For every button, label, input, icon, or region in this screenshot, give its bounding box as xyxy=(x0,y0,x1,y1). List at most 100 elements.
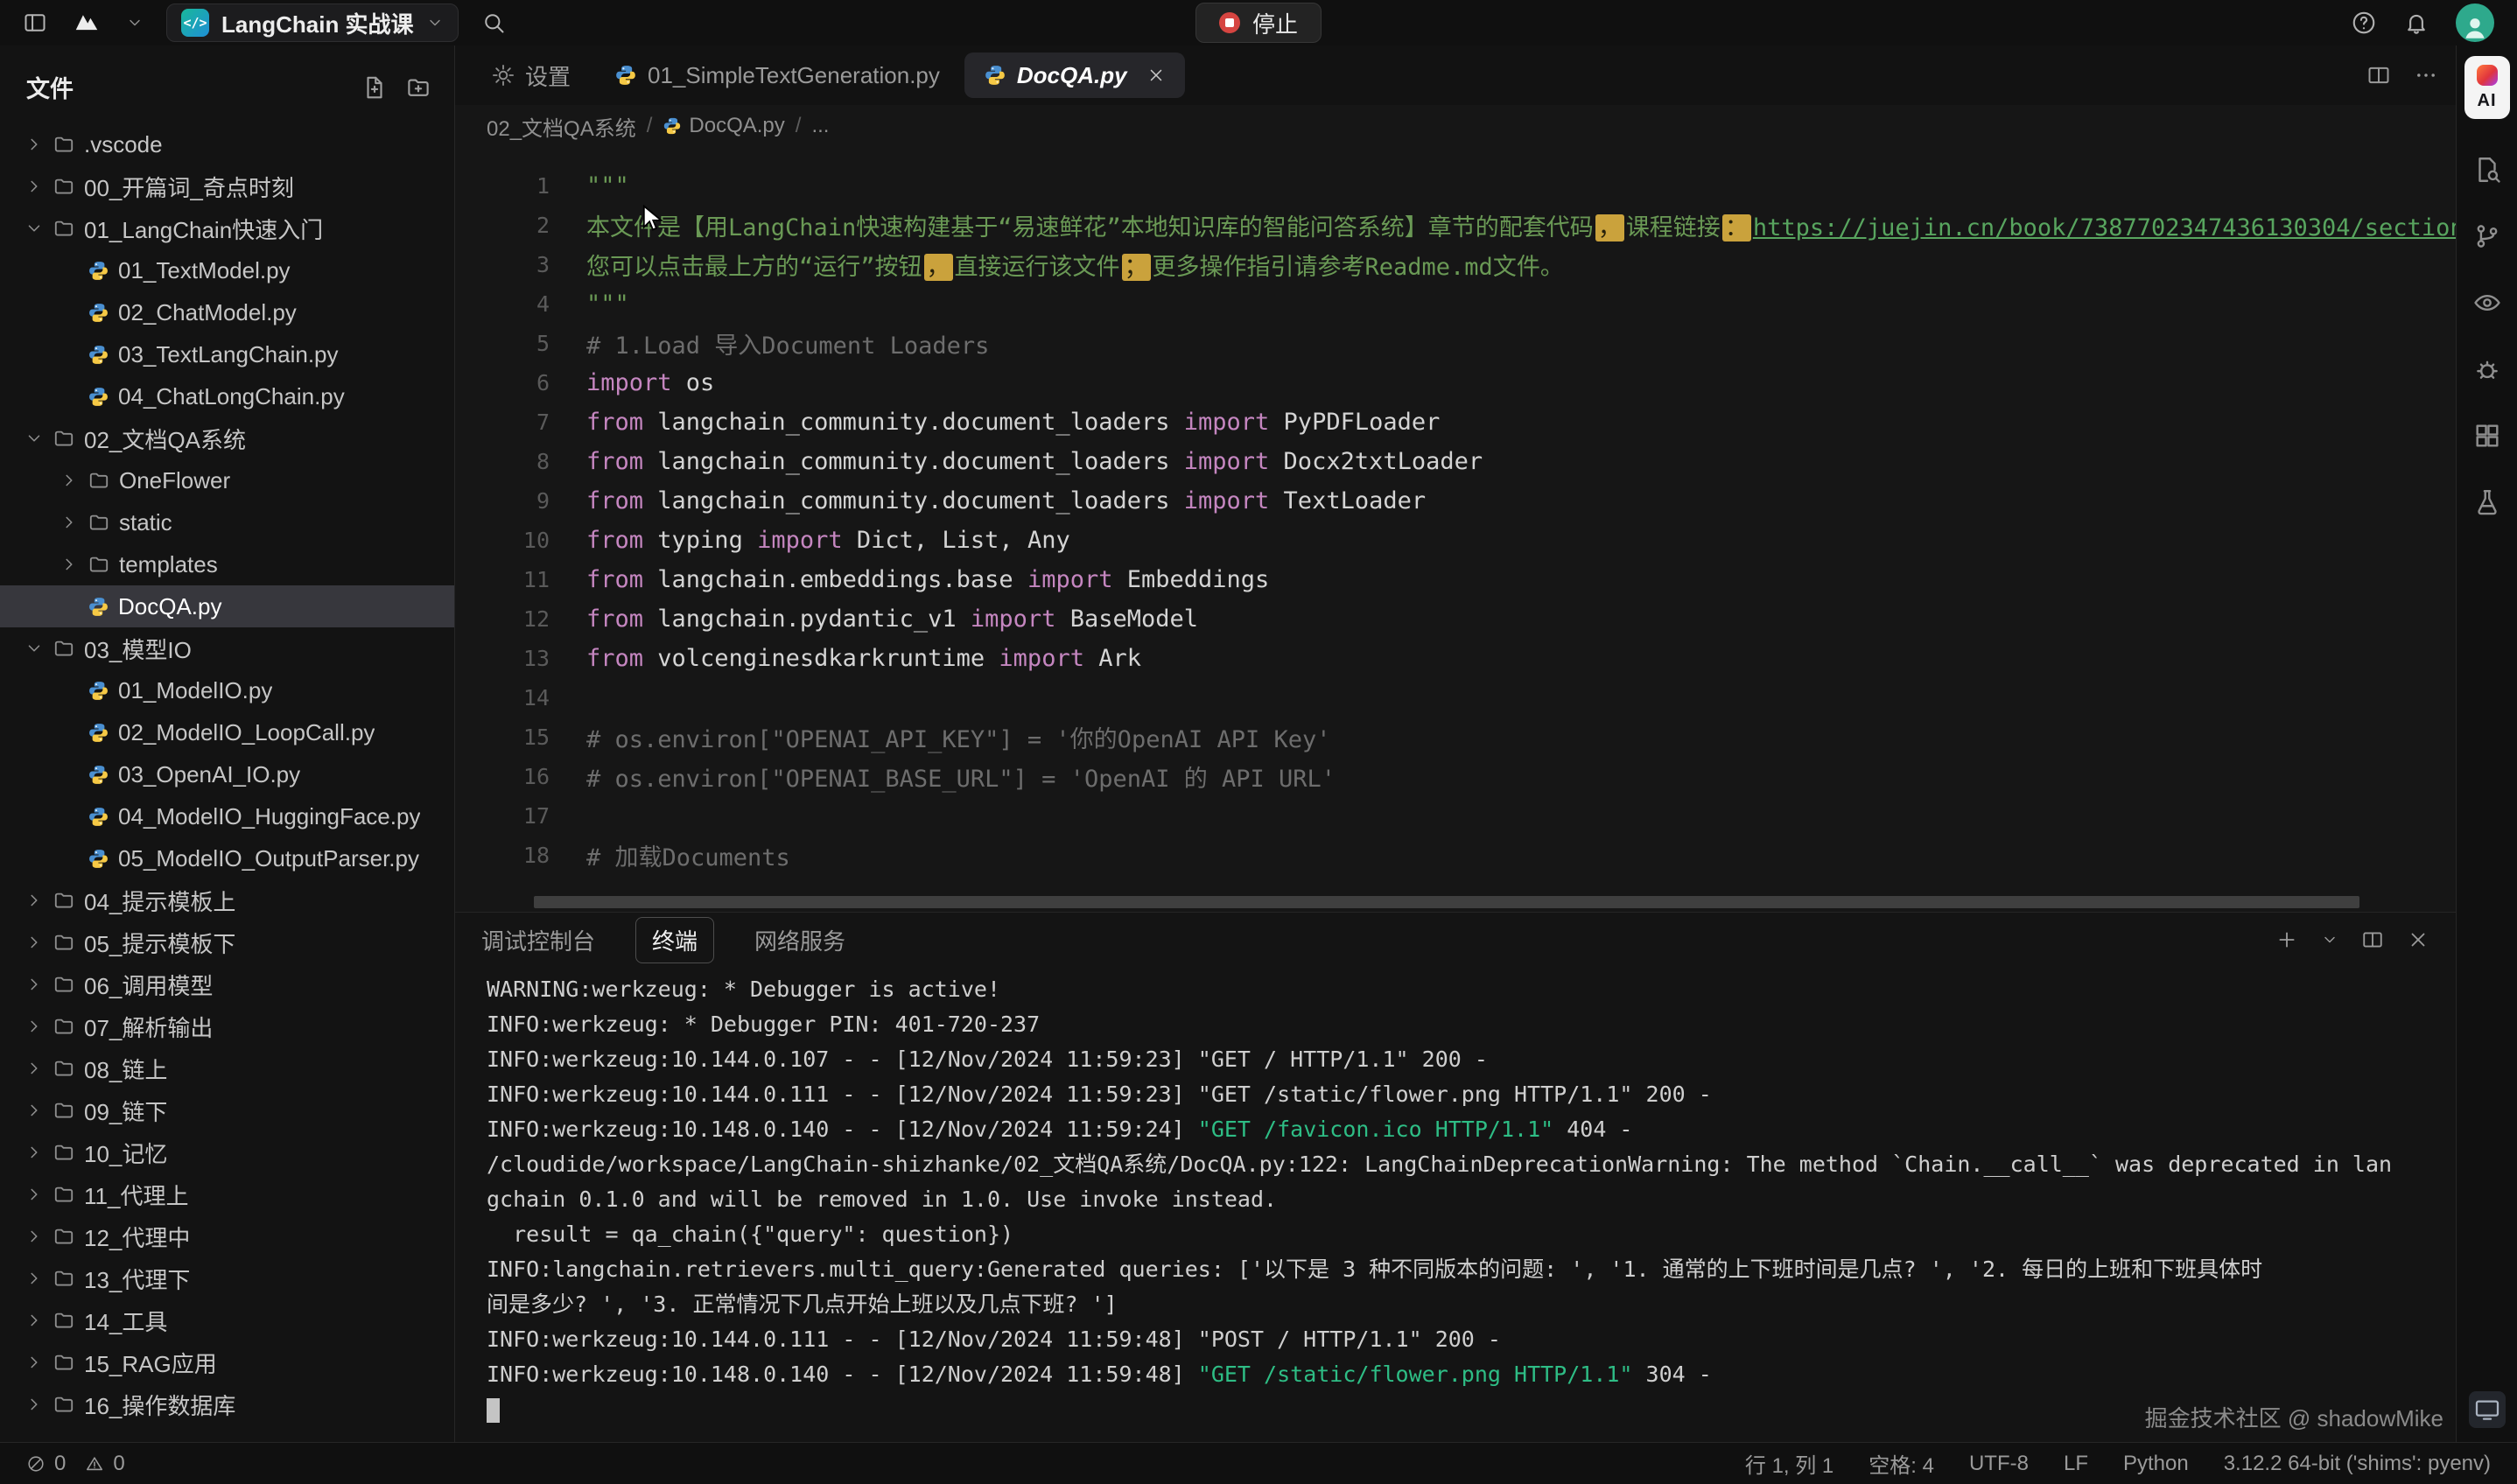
close-panel-icon[interactable] xyxy=(2407,928,2429,951)
terminal-output[interactable]: WARNING:werkzeug: * Debugger is active!I… xyxy=(455,967,2456,1442)
debug-icon[interactable] xyxy=(2472,354,2502,384)
split-editor-icon[interactable] xyxy=(2366,63,2391,88)
stop-button[interactable]: 停止 xyxy=(1195,3,1322,43)
tree-item-17[interactable]: 05_ModelIO_OutputParser.py xyxy=(0,837,454,879)
tree-item-16[interactable]: 04_ModelIO_HuggingFace.py xyxy=(0,795,454,837)
status-item-5[interactable]: 3.12.2 64-bit ('shims': pyenv) xyxy=(2224,1452,2491,1476)
user-avatar[interactable] xyxy=(2456,4,2494,42)
tree-item-26[interactable]: 12_代理中 xyxy=(0,1215,454,1257)
tree-item-30[interactable]: 16_操作数据库 xyxy=(0,1383,454,1425)
tree-item-6[interactable]: 04_ChatLongChain.py xyxy=(0,375,454,417)
chevron-right-icon xyxy=(25,135,44,154)
python-icon xyxy=(663,116,682,136)
notifications-icon[interactable] xyxy=(2403,10,2429,36)
python-file-icon xyxy=(88,848,109,870)
errors-icon xyxy=(26,1454,46,1474)
tree-item-14[interactable]: 02_ModelIO_LoopCall.py xyxy=(0,711,454,753)
ai-assistant-badge[interactable]: AI xyxy=(2464,56,2510,119)
tree-item-20[interactable]: 06_调用模型 xyxy=(0,963,454,1005)
main-area: 文件 .vscode00_开篇词_奇点时刻01_LangChain快速入门01_… xyxy=(0,46,2517,1442)
remote-monitor-icon[interactable] xyxy=(2469,1391,2506,1428)
status-item-4[interactable]: Python xyxy=(2123,1452,2189,1476)
tree-item-12[interactable]: 03_模型IO xyxy=(0,627,454,669)
tree-item-24[interactable]: 10_记忆 xyxy=(0,1131,454,1173)
line-number: 17 xyxy=(455,803,586,829)
app-logo-icon[interactable] xyxy=(70,10,103,35)
editor-tab-2[interactable]: DocQA.py xyxy=(964,52,1185,98)
tree-item-11[interactable]: DocQA.py xyxy=(0,585,454,627)
line-number: 4 xyxy=(455,291,586,317)
editor-tab-1[interactable]: 01_SimpleTextGeneration.py xyxy=(595,52,959,98)
tree-item-29[interactable]: 15_RAG应用 xyxy=(0,1341,454,1383)
tree-item-label: 13_代理下 xyxy=(84,1263,190,1295)
status-item-1[interactable]: 空格: 4 xyxy=(1868,1448,1934,1479)
chevron-right-icon xyxy=(25,1395,44,1414)
code-editor[interactable]: 1"""2本文件是【用LangChain快速构建基于“易速鲜花”本地知识库的智能… xyxy=(455,147,2456,912)
panel-tab-0[interactable]: 调试控制台 xyxy=(481,924,595,956)
tree-item-2[interactable]: 01_LangChain快速入门 xyxy=(0,207,454,249)
source-control-icon[interactable] xyxy=(2472,221,2502,251)
chevron-down-icon xyxy=(25,219,44,238)
sidebar-toggle-icon[interactable] xyxy=(23,10,47,35)
tree-item-label: 02_文档QA系统 xyxy=(84,423,246,455)
help-icon[interactable] xyxy=(2351,10,2377,36)
tree-item-13[interactable]: 01_ModelIO.py xyxy=(0,669,454,711)
code-line-content: 本文件是【用LangChain快速构建基于“易速鲜花”本地知识库的智能问答系统】… xyxy=(586,208,2456,242)
tree-item-21[interactable]: 07_解析输出 xyxy=(0,1005,454,1047)
split-terminal-icon[interactable] xyxy=(2361,928,2384,951)
status-item-2[interactable]: UTF-8 xyxy=(1969,1452,2029,1476)
tree-item-9[interactable]: static xyxy=(0,501,454,543)
tree-item-4[interactable]: 02_ChatModel.py xyxy=(0,291,454,333)
logo-chevron-icon[interactable] xyxy=(126,14,144,32)
more-actions-icon[interactable] xyxy=(2414,63,2438,88)
workspace-switcher[interactable]: </> LangChain 实战课 xyxy=(166,4,459,42)
code-line: 13from volcenginesdkarkruntime import Ar… xyxy=(455,639,2456,678)
status-item-3[interactable]: LF xyxy=(2064,1452,2088,1476)
file-search-icon[interactable] xyxy=(2472,155,2502,185)
code-line: 10from typing import Dict, List, Any xyxy=(455,521,2456,560)
breadcrumb-item-1[interactable]: DocQA.py xyxy=(663,114,784,138)
close-tab-icon[interactable] xyxy=(1146,66,1166,85)
panel-tab-1[interactable]: 终端 xyxy=(635,917,714,963)
new-terminal-icon[interactable] xyxy=(2275,928,2298,951)
tree-item-3[interactable]: 01_TextModel.py xyxy=(0,249,454,291)
status-item-0[interactable]: 行 1, 列 1 xyxy=(1745,1448,1833,1479)
terminal-profile-chevron-icon[interactable] xyxy=(2321,931,2338,948)
new-folder-icon[interactable] xyxy=(405,74,431,101)
test-flask-icon[interactable] xyxy=(2472,487,2502,517)
tree-item-23[interactable]: 09_链下 xyxy=(0,1089,454,1131)
chevron-right-icon xyxy=(25,1143,44,1162)
problems-indicator[interactable]: 0 0 xyxy=(26,1452,125,1476)
tree-item-10[interactable]: templates xyxy=(0,543,454,585)
python-file-icon xyxy=(88,722,109,744)
code-line: 15# os.environ["OPENAI_API_KEY"] = '你的Op… xyxy=(455,718,2456,757)
chevron-down-icon xyxy=(25,429,44,448)
tree-item-28[interactable]: 14_工具 xyxy=(0,1299,454,1341)
tree-item-7[interactable]: 02_文档QA系统 xyxy=(0,417,454,459)
tree-item-label: 07_解析输出 xyxy=(84,1011,213,1043)
search-icon[interactable] xyxy=(481,10,506,35)
new-file-icon[interactable] xyxy=(361,74,388,101)
tree-item-22[interactable]: 08_链上 xyxy=(0,1047,454,1089)
editor-tab-0[interactable]: 设置 xyxy=(473,52,590,98)
horizontal-scrollbar[interactable] xyxy=(534,896,2359,908)
eye-icon[interactable] xyxy=(2472,288,2502,318)
tree-item-8[interactable]: OneFlower xyxy=(0,459,454,501)
extensions-icon[interactable] xyxy=(2472,421,2502,451)
tree-item-5[interactable]: 03_TextLangChain.py xyxy=(0,333,454,375)
tree-item-19[interactable]: 05_提示模板下 xyxy=(0,921,454,963)
chevron-right-icon xyxy=(25,1017,44,1036)
tree-item-25[interactable]: 11_代理上 xyxy=(0,1173,454,1215)
breadcrumb-item-2[interactable]: ... xyxy=(811,114,829,138)
chevron-right-icon xyxy=(25,1101,44,1120)
app-window: </> LangChain 实战课 停止 文件 .vscode00_开篇词_奇点… xyxy=(0,0,2517,1484)
bottom-panel: 调试控制台 终端 网络服务 WARNING:werkzeug: * Debugger… xyxy=(455,912,2456,1442)
panel-tab-2[interactable]: 网络服务 xyxy=(754,924,845,956)
tree-item-18[interactable]: 04_提示模板上 xyxy=(0,879,454,921)
tree-item-15[interactable]: 03_OpenAI_IO.py xyxy=(0,753,454,795)
python-icon xyxy=(984,64,1006,87)
tree-item-27[interactable]: 13_代理下 xyxy=(0,1257,454,1299)
tree-item-1[interactable]: 00_开篇词_奇点时刻 xyxy=(0,165,454,207)
tree-item-0[interactable]: .vscode xyxy=(0,123,454,165)
breadcrumb-item-0[interactable]: 02_文档QA系统 xyxy=(487,111,636,142)
